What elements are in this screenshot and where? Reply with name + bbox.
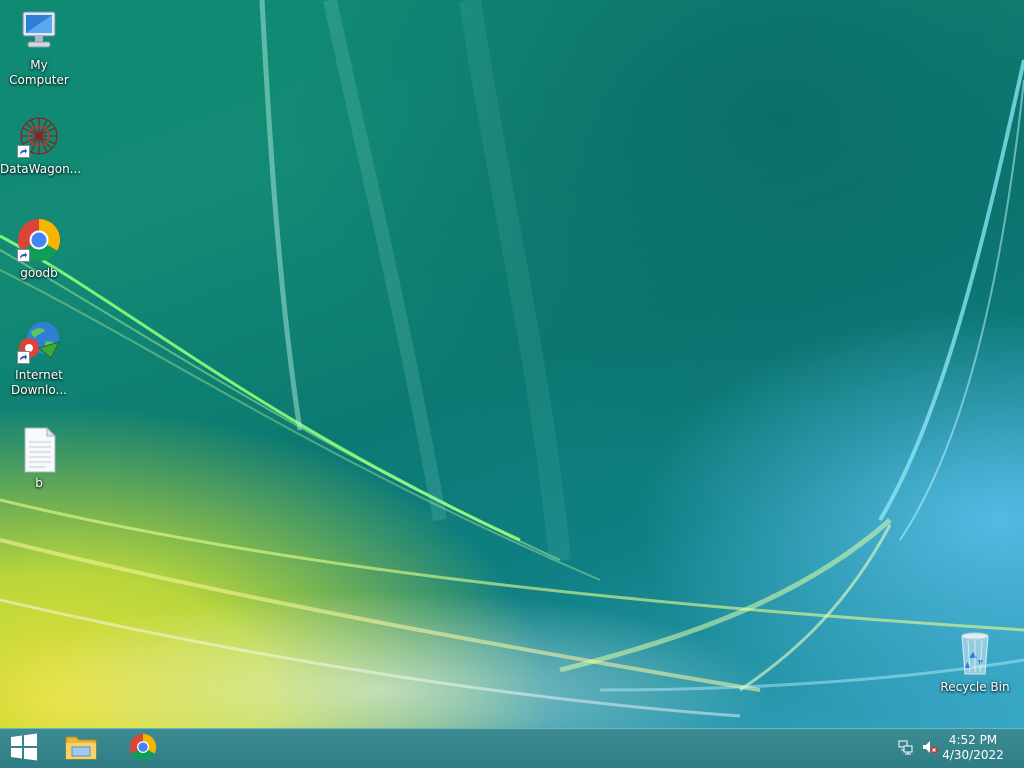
chrome-icon bbox=[128, 732, 158, 766]
text-file-icon bbox=[15, 426, 63, 474]
clock-time: 4:52 PM bbox=[948, 733, 998, 747]
clock-date: 4/30/2022 bbox=[942, 748, 1004, 762]
desktop-icon-goodb[interactable]: goodb bbox=[0, 216, 78, 281]
desktop-icon-b[interactable]: b bbox=[0, 426, 78, 491]
desktop: My Computer DataWagon... goodb Internet … bbox=[0, 0, 1024, 728]
wallpaper-waves bbox=[0, 0, 1024, 718]
desktop-icon-my-computer[interactable]: My Computer bbox=[0, 8, 78, 88]
desktop-icon-label: goodb bbox=[20, 266, 58, 280]
tray-volume-button[interactable] bbox=[920, 729, 940, 769]
desktop-icon-datawagon[interactable]: DataWagon... bbox=[0, 112, 82, 177]
desktop-icon-label: Recycle Bin bbox=[940, 680, 1010, 694]
desktop-icon-label: b bbox=[35, 476, 43, 490]
volume-muted-icon bbox=[922, 739, 938, 759]
internet-download-manager-icon bbox=[15, 318, 63, 366]
start-button[interactable] bbox=[0, 729, 48, 769]
shortcut-arrow-icon bbox=[17, 351, 30, 364]
desktop-icon-label: DataWagon... bbox=[0, 162, 82, 176]
shortcut-arrow-icon bbox=[17, 145, 30, 158]
tray-network-button[interactable] bbox=[896, 729, 916, 769]
desktop-icon-recycle-bin[interactable]: Recycle Bin bbox=[936, 630, 1014, 695]
taskbar: 4:52 PM 4/30/2022 bbox=[0, 728, 1024, 768]
datawagon-icon bbox=[15, 112, 63, 160]
file-explorer-icon bbox=[64, 732, 98, 766]
recycle-bin-icon bbox=[951, 630, 999, 678]
taskbar-file-explorer-button[interactable] bbox=[56, 729, 106, 769]
computer-icon bbox=[15, 8, 63, 56]
taskbar-chrome-button[interactable] bbox=[118, 729, 168, 769]
network-icon bbox=[898, 739, 914, 759]
shortcut-arrow-icon bbox=[17, 249, 30, 262]
taskbar-clock[interactable]: 4:52 PM 4/30/2022 bbox=[938, 733, 1008, 763]
chrome-icon bbox=[15, 216, 63, 264]
desktop-icon-internet-download-manager[interactable]: Internet Downlo... bbox=[0, 318, 78, 398]
windows-logo-icon bbox=[10, 733, 38, 765]
desktop-icon-label: My Computer bbox=[9, 58, 69, 87]
desktop-icon-label: Internet Downlo... bbox=[11, 368, 67, 397]
